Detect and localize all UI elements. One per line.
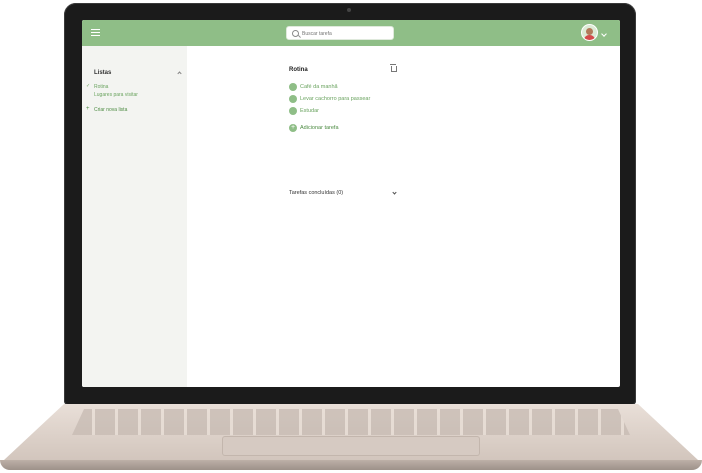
search-box[interactable] [286,26,394,40]
trash-icon[interactable] [390,64,397,72]
sidebar: Listas ✓ Rotina Lugares para visitar + C… [82,46,187,387]
webcam [347,8,351,12]
app-screen: Listas ✓ Rotina Lugares para visitar + C… [82,20,620,387]
chevron-down-icon[interactable] [392,190,397,195]
sidebar-item-rotina[interactable]: Rotina [94,84,108,90]
keyboard [72,409,630,435]
avatar[interactable] [581,24,598,41]
laptop-edge [0,460,702,470]
chevron-down-icon[interactable] [601,31,607,37]
chevron-up-icon[interactable] [177,71,182,76]
sidebar-title: Listas [94,70,112,76]
sidebar-item-lugares[interactable]: Lugares para visitar [94,92,138,98]
task-checkbox[interactable] [289,95,297,103]
task-checkbox[interactable] [289,83,297,91]
completed-tasks-toggle[interactable]: Tarefas concluídas (0) [289,190,343,196]
list-title: Rotina [289,67,308,73]
check-icon: ✓ [86,83,91,89]
task-label: Estudar [300,108,319,114]
plus-icon: + [289,124,297,132]
search-input[interactable] [302,29,390,38]
task-checkbox[interactable] [289,107,297,115]
task-label: Levar cachorro para passear [300,96,371,102]
create-list-button[interactable]: Criar nova lista [94,107,127,113]
top-bar [82,20,620,46]
trackpad [222,436,480,456]
add-task-label: Adicionar tarefa [300,125,339,131]
menu-icon[interactable] [91,29,100,36]
search-icon [292,30,299,37]
task-label: Café da manhã [300,84,338,90]
plus-icon: + [86,106,90,112]
